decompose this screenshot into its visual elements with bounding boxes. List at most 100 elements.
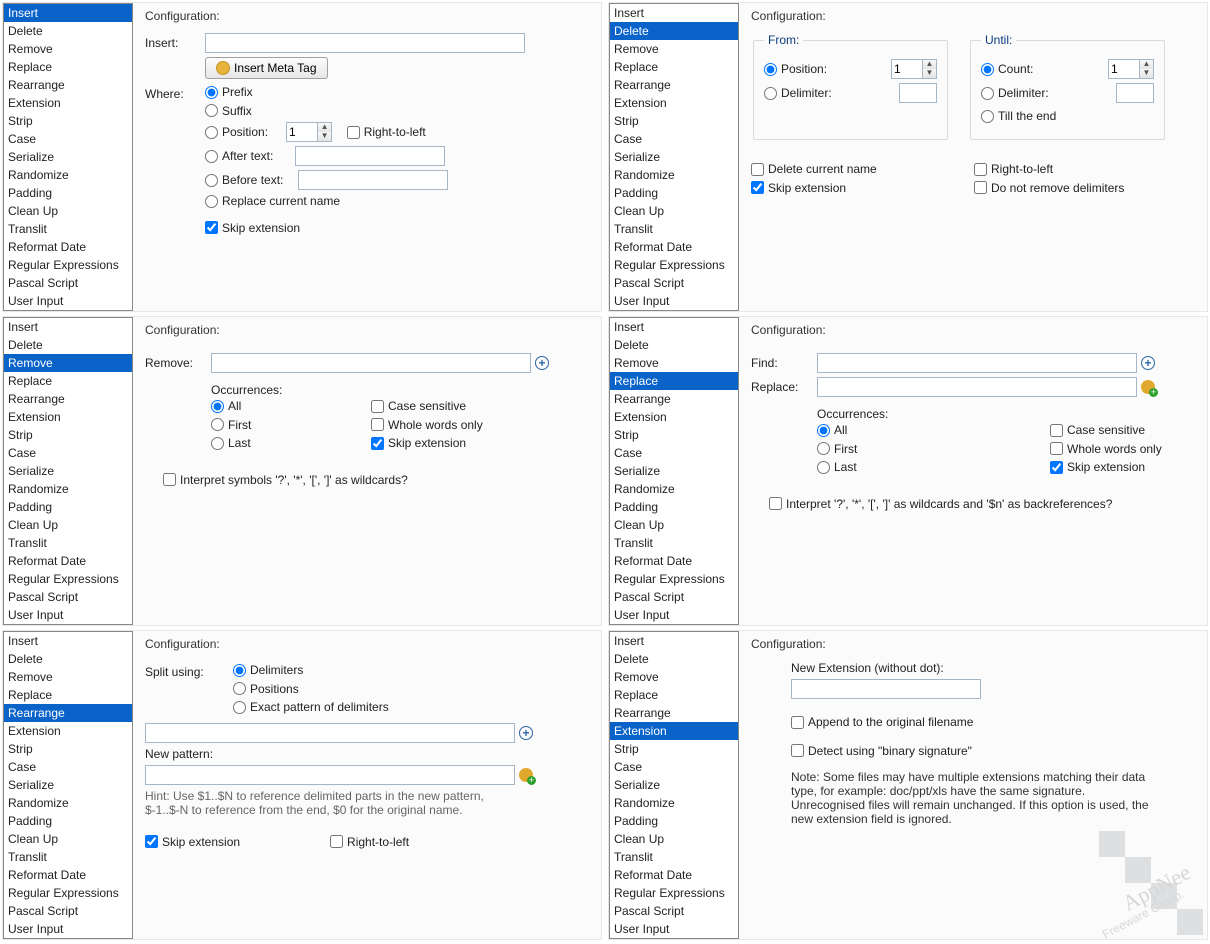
rule-list-item[interactable]: Randomize xyxy=(4,166,132,184)
add-icon[interactable]: + xyxy=(535,356,549,370)
rule-list-item[interactable]: Strip xyxy=(4,740,132,758)
rule-list-item[interactable]: Delete xyxy=(4,336,132,354)
rule-list-item[interactable]: Delete xyxy=(4,22,132,40)
rule-list-item[interactable]: Reformat Date xyxy=(610,866,738,884)
rule-list-item[interactable]: Case xyxy=(4,444,132,462)
rule-list-item[interactable]: Strip xyxy=(4,112,132,130)
after-text-input[interactable] xyxy=(295,146,445,166)
radio-before-text[interactable]: Before text: xyxy=(205,170,448,190)
rule-list-item[interactable]: Remove xyxy=(4,354,132,372)
rule-list-item[interactable]: Rearrange xyxy=(4,390,132,408)
position-spinner[interactable]: ▲▼ xyxy=(286,122,332,142)
rule-list-item[interactable]: Serialize xyxy=(4,148,132,166)
add-icon[interactable]: + xyxy=(519,726,533,740)
rule-list-item[interactable]: Insert xyxy=(4,632,132,650)
rule-list-item[interactable]: Regular Expressions xyxy=(4,256,132,274)
rule-list[interactable]: InsertDeleteRemoveReplaceRearrangeExtens… xyxy=(609,631,739,939)
rule-list-item[interactable]: Replace xyxy=(4,686,132,704)
checkbox-delete-current-name[interactable]: Delete current name xyxy=(751,162,877,176)
checkbox-right-to-left[interactable]: Right-to-left xyxy=(330,835,409,849)
from-position-spinner[interactable]: ▲▼ xyxy=(891,59,937,79)
rule-list-item[interactable]: Case xyxy=(610,758,738,776)
insert-meta-tag-button[interactable]: Insert Meta Tag xyxy=(205,57,328,79)
rule-list-item[interactable]: Padding xyxy=(610,812,738,830)
radio-positions[interactable]: Positions xyxy=(233,682,299,696)
rule-list-item[interactable]: Case xyxy=(610,130,738,148)
rule-list-item[interactable]: Randomize xyxy=(4,480,132,498)
checkbox-skip-extension[interactable]: Skip extension xyxy=(145,835,240,849)
add-icon[interactable]: + xyxy=(1141,356,1155,370)
rule-list-item[interactable]: Reformat Date xyxy=(610,552,738,570)
rule-list-item[interactable]: Case xyxy=(4,758,132,776)
checkbox-interpret-wildcards[interactable]: Interpret '?', '*', '[', ']' as wildcard… xyxy=(769,497,1112,511)
rule-list-item[interactable]: Strip xyxy=(610,740,738,758)
radio-until-delimiter[interactable]: Delimiter: xyxy=(981,86,1049,100)
rule-list-item[interactable]: Pascal Script xyxy=(610,274,738,292)
rule-list-item[interactable]: Pascal Script xyxy=(4,588,132,606)
rule-list-item[interactable]: Clean Up xyxy=(610,830,738,848)
rule-list-item[interactable]: Insert xyxy=(610,632,738,650)
rule-list-item[interactable]: Rearrange xyxy=(610,76,738,94)
rule-list-item[interactable]: Randomize xyxy=(4,794,132,812)
checkbox-interpret-wildcards[interactable]: Interpret symbols '?', '*', '[', ']' as … xyxy=(163,473,408,487)
radio-delimiters[interactable]: Delimiters xyxy=(233,663,303,677)
checkbox-skip-extension[interactable]: Skip extension xyxy=(1050,460,1145,474)
checkbox-right-to-left[interactable]: Right-to-left xyxy=(974,162,1053,176)
radio-all[interactable]: All xyxy=(817,423,847,437)
rule-list-item[interactable]: Translit xyxy=(4,220,132,238)
rule-list-item[interactable]: Insert xyxy=(610,318,738,336)
rule-list-item[interactable]: Regular Expressions xyxy=(4,884,132,902)
rule-list-item[interactable]: Strip xyxy=(610,426,738,444)
meta-tag-icon[interactable] xyxy=(1141,380,1155,394)
rule-list-item[interactable]: Rearrange xyxy=(610,704,738,722)
rule-list[interactable]: InsertDeleteRemoveReplaceRearrangeExtens… xyxy=(609,317,739,625)
rule-list-item[interactable]: Delete xyxy=(610,22,738,40)
radio-from-delimiter[interactable]: Delimiter: xyxy=(764,86,832,100)
rule-list[interactable]: InsertDeleteRemoveReplaceRearrangeExtens… xyxy=(3,317,133,625)
checkbox-whole-words[interactable]: Whole words only xyxy=(1050,442,1162,456)
rule-list-item[interactable]: Padding xyxy=(4,812,132,830)
rule-list-item[interactable]: Translit xyxy=(610,534,738,552)
checkbox-append-original[interactable]: Append to the original filename xyxy=(791,715,973,729)
rule-list-item[interactable]: Serialize xyxy=(4,776,132,794)
rule-list-item[interactable]: Delete xyxy=(610,336,738,354)
rule-list-item[interactable]: Padding xyxy=(4,184,132,202)
rule-list-item[interactable]: Randomize xyxy=(610,480,738,498)
rule-list-item[interactable]: Clean Up xyxy=(4,202,132,220)
checkbox-right-to-left[interactable]: Right-to-left xyxy=(347,125,426,139)
checkbox-whole-words[interactable]: Whole words only xyxy=(371,418,483,432)
rule-list-item[interactable]: Extension xyxy=(610,94,738,112)
rule-list-item[interactable]: Remove xyxy=(610,40,738,58)
meta-tag-icon[interactable] xyxy=(519,768,533,782)
checkbox-case-sensitive[interactable]: Case sensitive xyxy=(1050,423,1145,437)
radio-replace-current-name[interactable]: Replace current name xyxy=(205,194,340,208)
rule-list-item[interactable]: Rearrange xyxy=(610,390,738,408)
radio-position[interactable]: Position: ▲▼ Right-to-left xyxy=(205,122,426,142)
new-extension-input[interactable] xyxy=(791,679,981,699)
rule-list-item[interactable]: Padding xyxy=(610,498,738,516)
rule-list-item[interactable]: Replace xyxy=(610,686,738,704)
rule-list-item[interactable]: Rearrange xyxy=(4,704,132,722)
rule-list-item[interactable]: Replace xyxy=(4,58,132,76)
rule-list-item[interactable]: Extension xyxy=(4,94,132,112)
radio-first[interactable]: First xyxy=(817,442,857,456)
rule-list-item[interactable]: Randomize xyxy=(610,794,738,812)
rule-list-item[interactable]: Reformat Date xyxy=(4,238,132,256)
rule-list-item[interactable]: Clean Up xyxy=(4,830,132,848)
rule-list[interactable]: InsertDeleteRemoveReplaceRearrangeExtens… xyxy=(3,3,133,311)
checkbox-detect-binary[interactable]: Detect using "binary signature" xyxy=(791,744,972,758)
rule-list-item[interactable]: Replace xyxy=(610,372,738,390)
checkbox-skip-extension[interactable]: Skip extension xyxy=(751,181,846,195)
rule-list-item[interactable]: Insert xyxy=(610,4,738,22)
checkbox-do-not-remove-delimiters[interactable]: Do not remove delimiters xyxy=(974,181,1124,195)
rule-list-item[interactable]: Regular Expressions xyxy=(610,570,738,588)
rule-list-item[interactable]: Clean Up xyxy=(4,516,132,534)
rule-list-item[interactable]: Pascal Script xyxy=(610,902,738,920)
rule-list-item[interactable]: Regular Expressions xyxy=(610,256,738,274)
rule-list-item[interactable]: Randomize xyxy=(610,166,738,184)
radio-suffix[interactable]: Suffix xyxy=(205,104,252,118)
new-pattern-input[interactable] xyxy=(145,765,515,785)
rule-list-item[interactable]: Padding xyxy=(610,184,738,202)
before-text-input[interactable] xyxy=(298,170,448,190)
rule-list-item[interactable]: Regular Expressions xyxy=(4,570,132,588)
